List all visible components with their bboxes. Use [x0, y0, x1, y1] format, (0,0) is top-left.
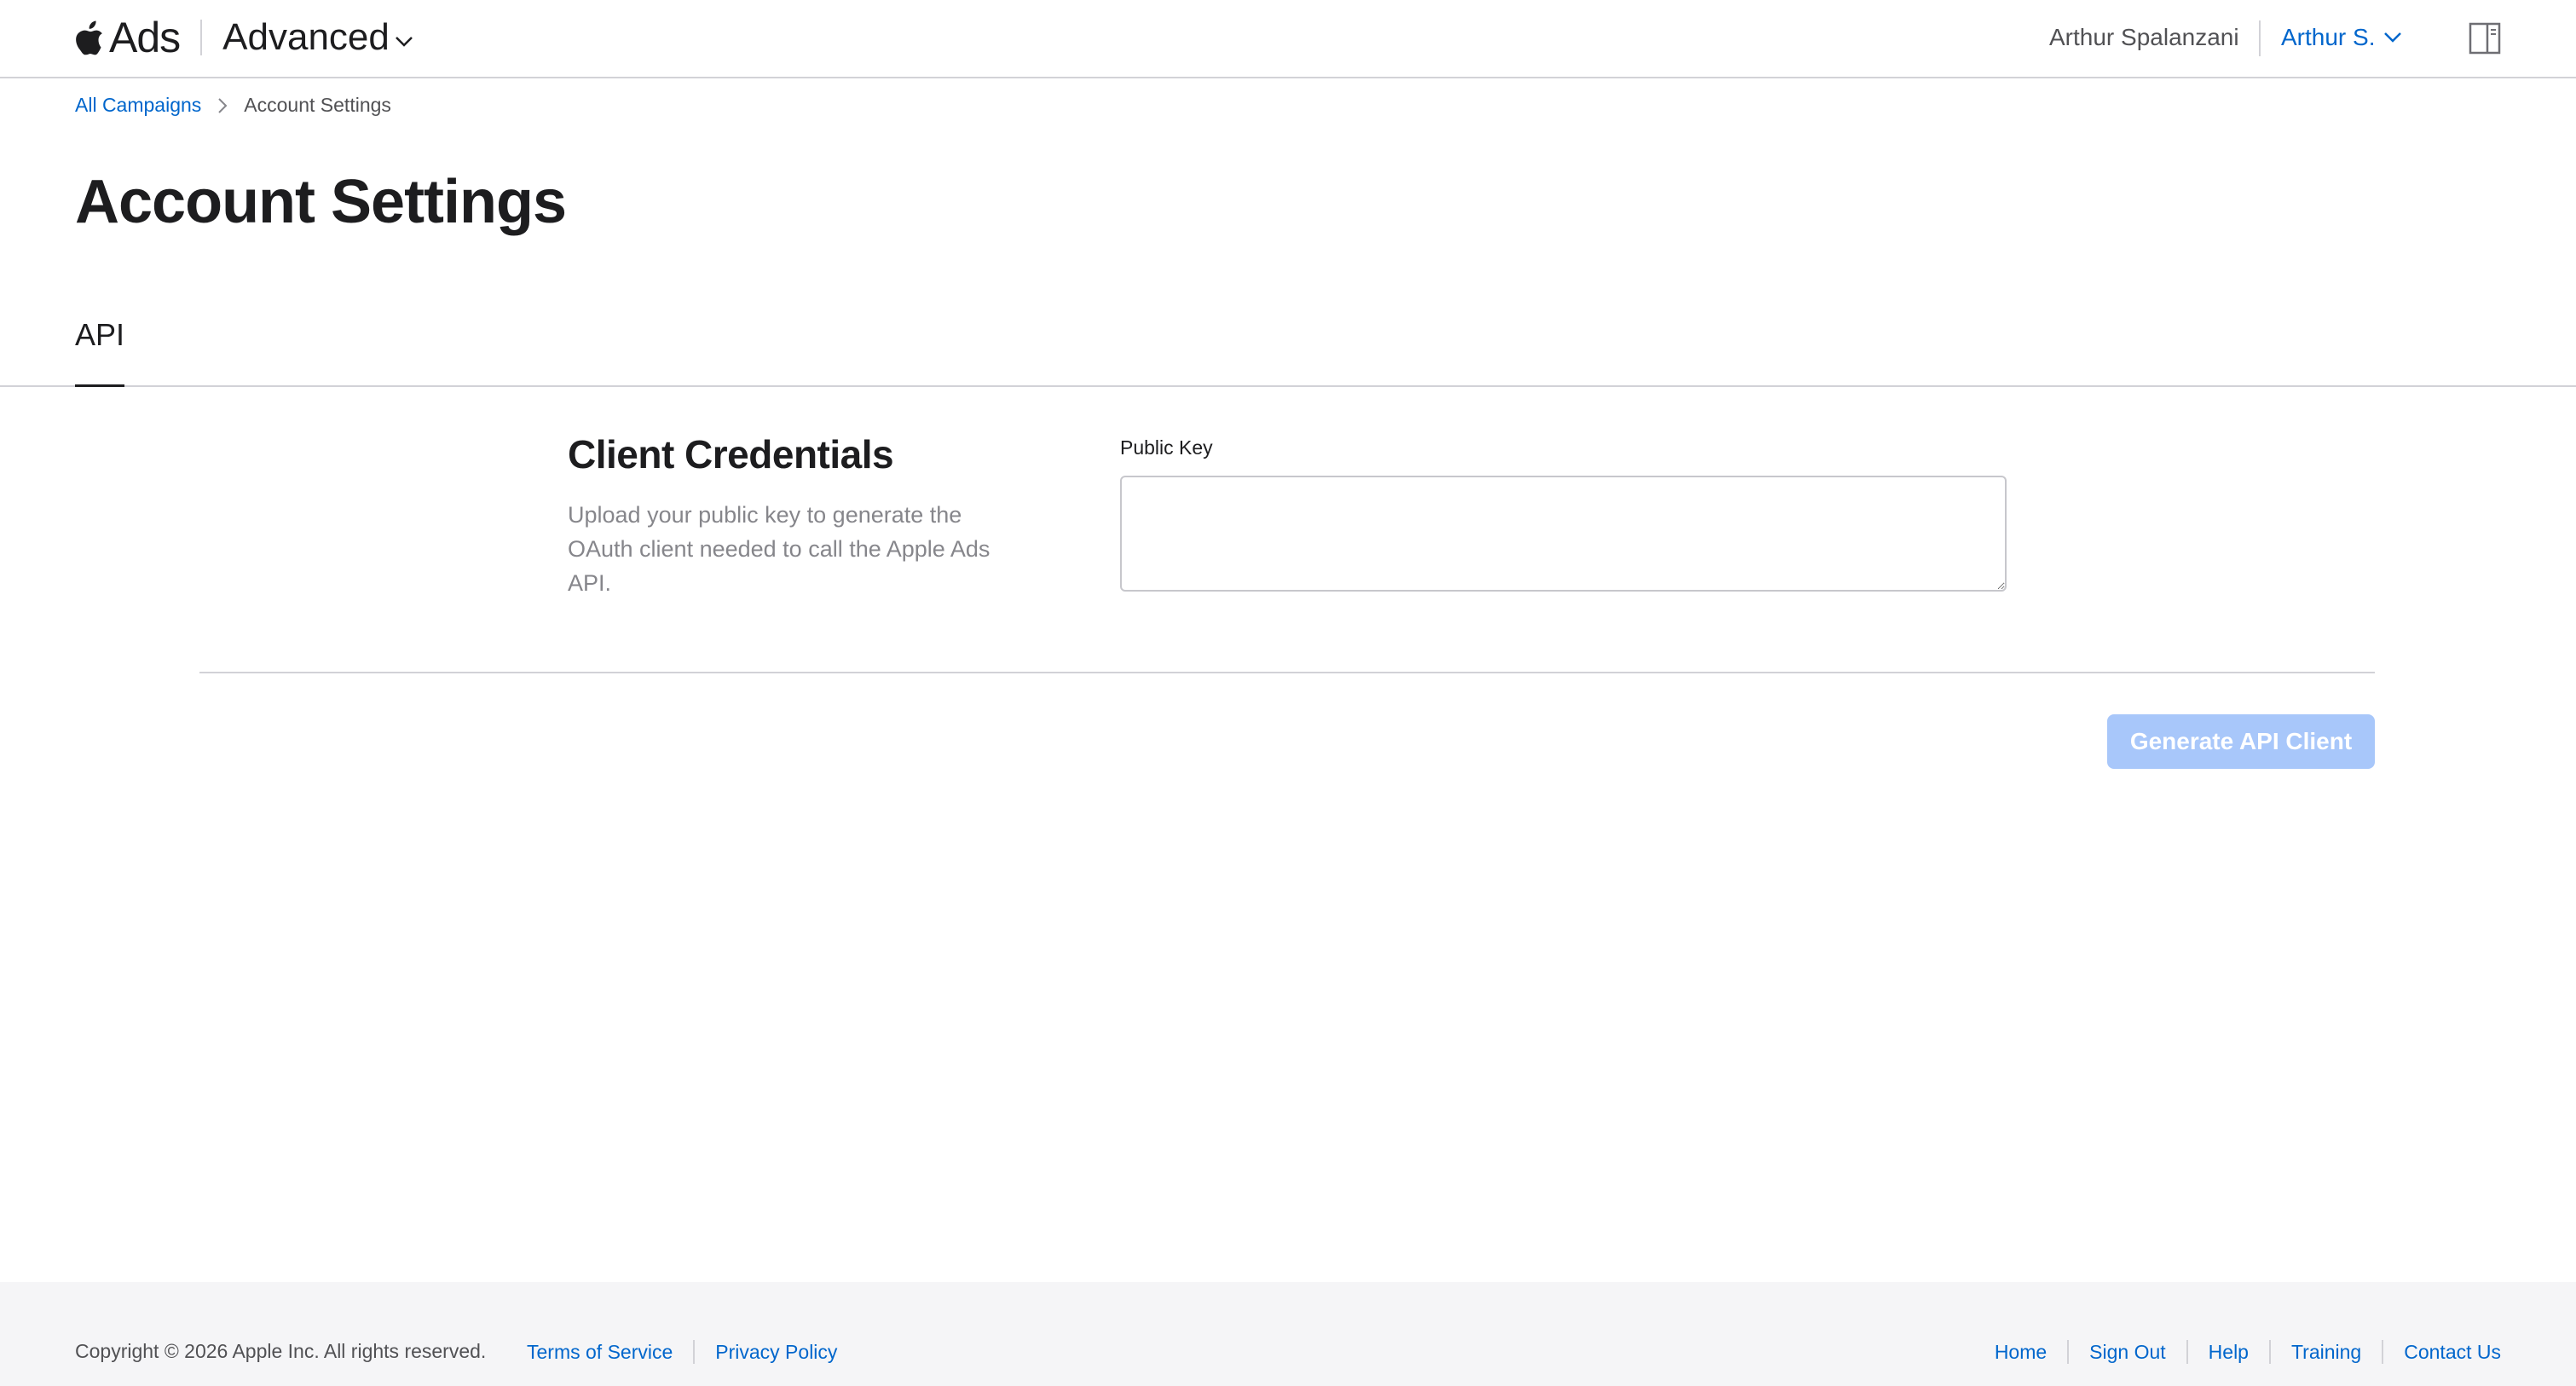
tab-api[interactable]: API — [75, 317, 125, 387]
footer-divider — [2186, 1340, 2188, 1364]
public-key-input[interactable] — [1120, 476, 2007, 592]
breadcrumb-all-campaigns[interactable]: All Campaigns — [75, 94, 201, 117]
section-description: Upload your public key to generate the O… — [568, 502, 991, 596]
product-switcher[interactable]: Advanced — [222, 16, 413, 59]
footer-sign-out-link[interactable]: Sign Out — [2089, 1341, 2166, 1364]
footer-nav-links: Home Sign Out Help Training Contact Us — [1995, 1340, 2501, 1364]
brand-name: Ads — [109, 14, 181, 61]
brand: Ads Advanced — [75, 12, 413, 63]
breadcrumb-current: Account Settings — [244, 94, 391, 116]
tab-label: API — [75, 317, 125, 352]
product-switcher-label: Advanced — [222, 16, 390, 58]
breadcrumb: All Campaigns Account Settings — [75, 94, 391, 117]
copyright-text: Copyright © 2026 Apple Inc. All rights r… — [75, 1340, 487, 1362]
privacy-policy-link[interactable]: Privacy Policy — [715, 1341, 837, 1364]
footer-help-link[interactable]: Help — [2209, 1341, 2249, 1364]
footer-home-link[interactable]: Home — [1995, 1341, 2047, 1364]
brand-divider — [200, 20, 203, 55]
chevron-right-icon — [218, 97, 228, 113]
generate-api-client-button[interactable]: Generate API Client — [2107, 714, 2375, 769]
active-tab-indicator — [75, 384, 124, 387]
footer-divider — [2067, 1340, 2070, 1364]
page-title: Account Settings — [75, 168, 567, 236]
apple-logo-icon — [75, 19, 106, 56]
footer-divider — [693, 1340, 696, 1364]
footer-divider — [2268, 1340, 2271, 1364]
user-menu[interactable]: Arthur S. — [2281, 24, 2402, 51]
user-menu-label: Arthur S. — [2281, 24, 2376, 50]
sidebar-panel-icon[interactable] — [2469, 22, 2501, 55]
chevron-down-icon — [395, 37, 413, 47]
footer-legal-links: Terms of Service Privacy Policy — [527, 1340, 837, 1364]
section-divider — [199, 672, 2375, 673]
top-navigation-bar: Ads Advanced Arthur Spalanzani Arthur S. — [0, 0, 2576, 78]
section-title: Client Credentials — [568, 432, 894, 476]
footer: Copyright © 2026 Apple Inc. All rights r… — [0, 1282, 2576, 1386]
footer-divider — [2382, 1340, 2384, 1364]
tab-bar: API — [0, 307, 2576, 387]
account-name: Arthur Spalanzani — [2049, 24, 2239, 50]
public-key-label: Public Key — [1120, 436, 1213, 459]
footer-contact-us-link[interactable]: Contact Us — [2404, 1341, 2501, 1364]
chevron-down-icon — [2384, 32, 2402, 43]
terms-of-service-link[interactable]: Terms of Service — [527, 1341, 673, 1364]
account-divider — [2259, 20, 2261, 56]
footer-training-link[interactable]: Training — [2291, 1341, 2361, 1364]
